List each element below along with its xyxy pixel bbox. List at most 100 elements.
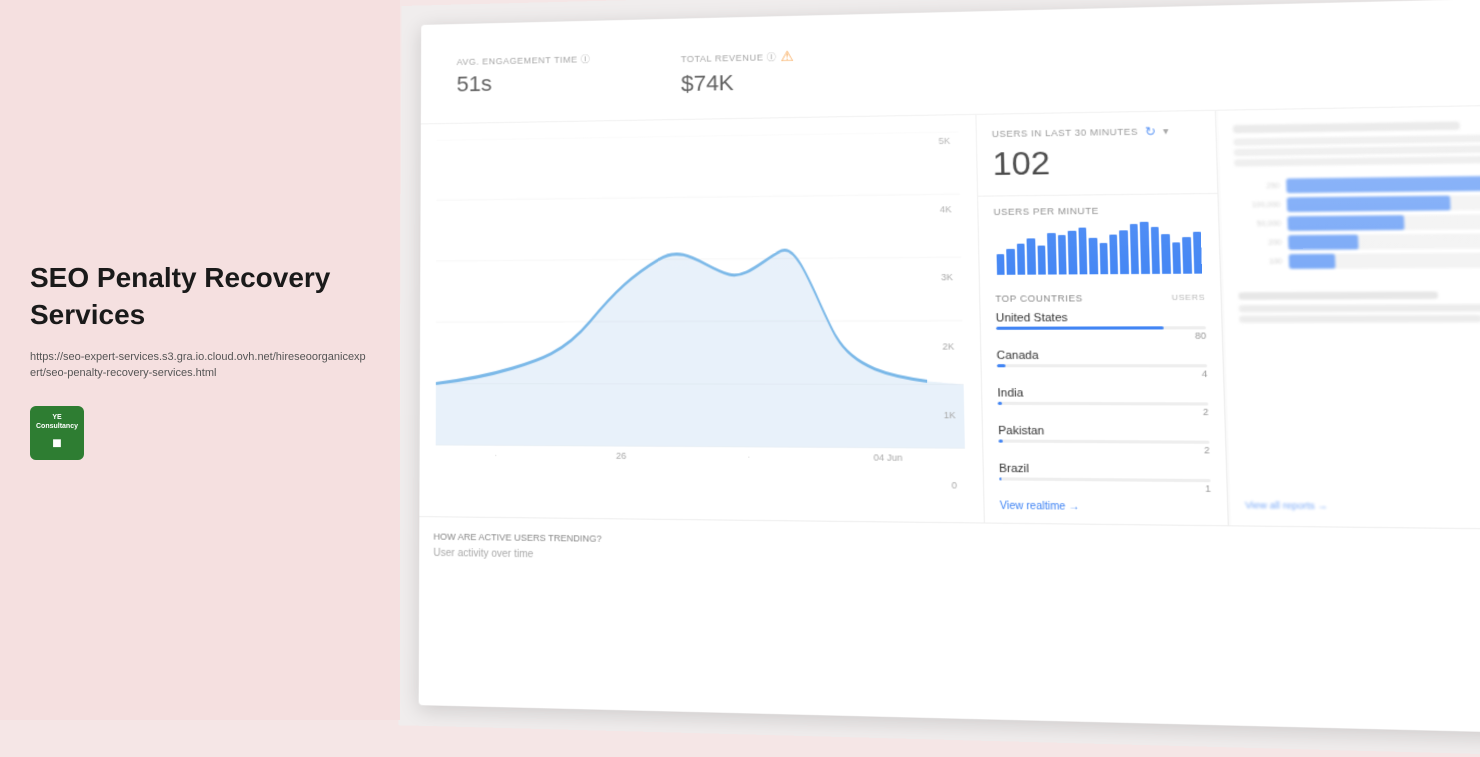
h-bar-row-1: 250 <box>1235 176 1480 194</box>
country-bar-in <box>998 402 1002 405</box>
engagement-label: Avg. engagement time ⓘ <box>457 51 632 68</box>
country-users-in: 2 <box>998 406 1209 417</box>
h-bar-label-1: 250 <box>1235 182 1280 190</box>
right-bottom-blurred <box>1238 291 1480 323</box>
h-bar-row-2: 100,000 <box>1235 195 1480 213</box>
y-4k: 4K <box>940 204 952 214</box>
bottom-title: HOW ARE ACTIVE USERS TRENDING? <box>433 531 601 543</box>
right-blurred-title <box>1233 121 1460 133</box>
per-minute-section: USERS PER MINUTE <box>978 194 1220 283</box>
bottom-subtitle: User activity over time <box>433 548 602 562</box>
users-count: 102 <box>992 142 1201 183</box>
bar-item <box>1120 230 1129 274</box>
users-panel: USERS IN LAST 30 MINUTES ↻ ▾ 102 USERS P… <box>976 111 1228 525</box>
h-bar-label-2: 100,000 <box>1235 201 1280 209</box>
logo-badge: YE Consultancy ■ <box>30 406 84 460</box>
country-users-us: 80 <box>996 330 1206 341</box>
bottom-trending: HOW ARE ACTIVE USERS TRENDING? User acti… <box>433 531 602 561</box>
metrics-row: Avg. engagement time ⓘ 51s Total revenue… <box>421 0 1480 124</box>
bar-item <box>1109 235 1118 275</box>
users-header: USERS IN LAST 30 MINUTES ↻ ▾ 102 <box>976 111 1217 197</box>
bar-item <box>1099 243 1108 274</box>
bottom-section: HOW ARE ACTIVE USERS TRENDING? User acti… <box>419 516 1480 591</box>
country-bar-ca <box>997 364 1005 367</box>
page-title: SEO Penalty Recovery Services <box>30 260 370 333</box>
h-bar-label-4: 200 <box>1237 239 1282 247</box>
main-content: · 26 · 04 Jun 5K 4K 3K 2K 1K 0 <box>419 105 1480 529</box>
bar-chart <box>994 221 1205 275</box>
y-1k: 1K <box>944 410 956 420</box>
bar-item <box>1068 231 1077 275</box>
x-label-26: 26 <box>616 450 626 460</box>
bar-item <box>1089 238 1098 274</box>
countries-title: TOP COUNTRIES USERS <box>995 293 1205 304</box>
h-bar-row-3: 50,000 <box>1236 214 1480 231</box>
bar-item <box>1007 249 1016 275</box>
line-chart <box>436 131 965 448</box>
chart-section: · 26 · 04 Jun 5K 4K 3K 2K 1K 0 <box>419 115 985 523</box>
metric-engagement: Avg. engagement time ⓘ 51s <box>441 39 649 113</box>
bar-item <box>997 254 1006 275</box>
bar-item <box>1161 234 1170 274</box>
country-name-us: United States <box>996 311 1206 324</box>
countries-section: TOP COUNTRIES USERS United States 80 Can… <box>980 282 1228 525</box>
bar-item <box>1078 228 1087 275</box>
y-2k: 2K <box>942 341 954 351</box>
country-users-ca: 4 <box>997 368 1208 379</box>
per-minute-label: USERS PER MINUTE <box>993 205 1202 218</box>
x-label-jun: 04 Jun <box>873 452 902 463</box>
right-panel: 250 100,000 50,000 <box>1216 105 1480 529</box>
bar-item <box>1047 233 1056 275</box>
h-bar-label-3: 50,000 <box>1236 220 1281 228</box>
y-3k: 3K <box>941 272 953 282</box>
warning-icon: ⚠ <box>781 48 795 65</box>
revenue-label: Total revenue ⓘ ⚠ <box>681 46 862 67</box>
country-row-us: United States 80 <box>996 311 1207 341</box>
bar-item <box>1037 246 1046 275</box>
country-name-ca: Canada <box>996 349 1207 362</box>
country-bar-pk <box>998 439 1002 442</box>
y-0: 0 <box>945 480 957 491</box>
bar-item <box>1017 244 1026 275</box>
x-label-0: · <box>494 450 497 460</box>
country-name-in: India <box>997 387 1208 400</box>
y-5k: 5K <box>938 136 950 146</box>
dashboard-screen: Avg. engagement time ⓘ 51s Total revenue… <box>419 0 1480 734</box>
country-row-in: India 2 <box>997 387 1208 417</box>
metric-revenue: Total revenue ⓘ ⚠ $74K <box>664 34 879 109</box>
country-row-br: Brazil 1 <box>999 463 1211 494</box>
country-bar-us <box>996 326 1164 330</box>
country-row-pk: Pakistan 2 <box>998 425 1210 456</box>
view-realtime-link[interactable]: View realtime → <box>1000 500 1212 514</box>
bar-item <box>1172 242 1181 273</box>
revenue-value: $74K <box>681 67 862 97</box>
view-all-link[interactable]: View all reports → <box>1245 500 1480 514</box>
x-label-empty: · <box>747 451 750 461</box>
bar-item <box>1130 224 1140 274</box>
bar-item <box>1140 222 1150 274</box>
h-bar-row-5: 100 <box>1237 252 1480 269</box>
refresh-icon[interactable]: ↻ <box>1145 124 1157 139</box>
chart-placeholder-top <box>895 19 1480 105</box>
dropdown-icon[interactable]: ▾ <box>1163 126 1169 137</box>
bar-item <box>1151 227 1161 274</box>
logo-text: YE Consultancy <box>30 411 84 433</box>
engagement-value: 51s <box>457 68 632 97</box>
bar-item <box>1058 235 1067 274</box>
page-url: https://seo-expert-services.s3.gra.io.cl… <box>30 349 370 382</box>
country-row-ca: Canada 4 <box>996 349 1207 379</box>
h-bar-label-5: 100 <box>1237 258 1282 266</box>
bar-item <box>1027 238 1036 274</box>
users-title: USERS IN LAST 30 MINUTES ↻ ▾ <box>992 123 1200 141</box>
h-bar-row-4: 200 <box>1237 233 1480 250</box>
country-name-pk: Pakistan <box>998 425 1209 439</box>
country-users-br: 1 <box>999 482 1211 494</box>
horizontal-bar-chart: 250 100,000 50,000 <box>1235 176 1480 270</box>
bar-item <box>1182 237 1191 274</box>
bar-item <box>1193 232 1203 274</box>
right-title-section <box>1233 120 1480 166</box>
left-panel: SEO Penalty Recovery Services https://se… <box>0 0 400 720</box>
country-name-br: Brazil <box>999 463 1211 477</box>
country-users-pk: 2 <box>998 444 1209 456</box>
country-bar-br <box>999 477 1001 480</box>
